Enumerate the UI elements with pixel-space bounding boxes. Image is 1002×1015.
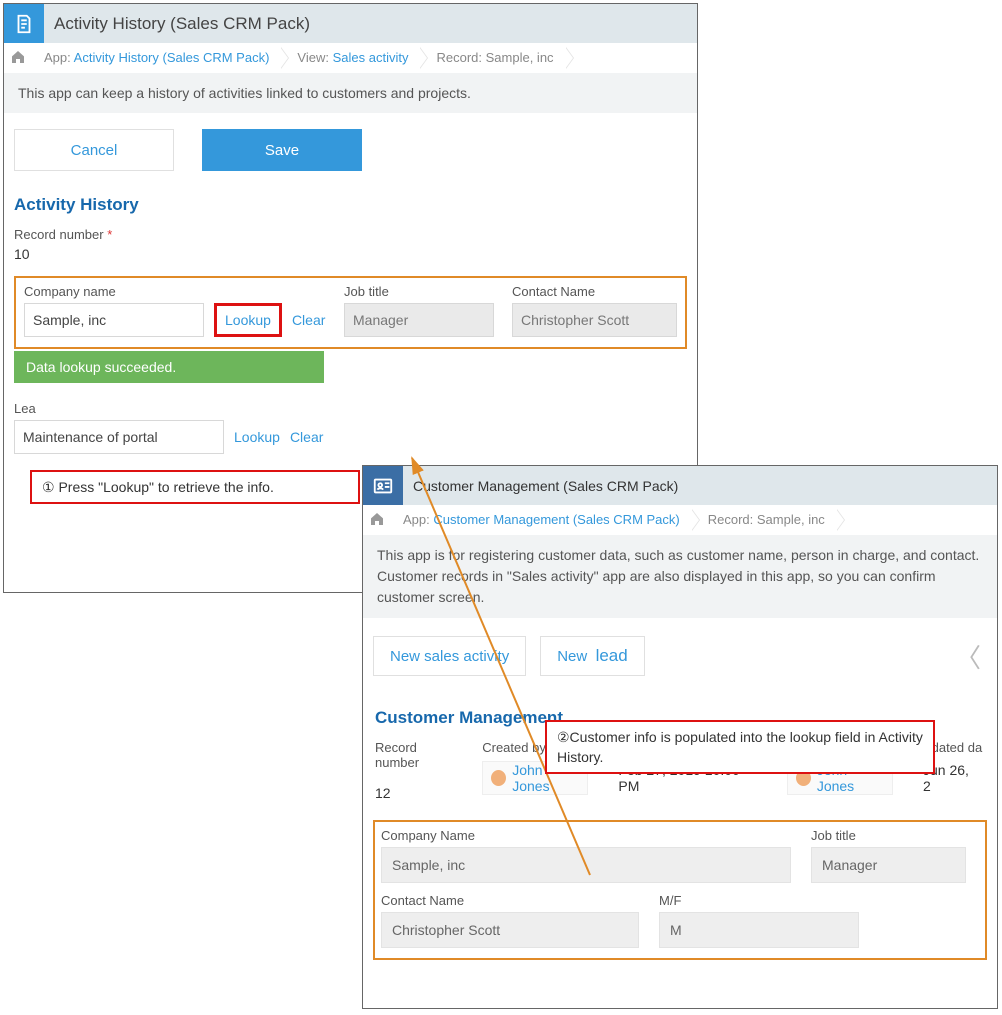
job-title-field <box>344 303 494 337</box>
annotation-step-1: ① Press "Lookup" to retrieve the info. <box>30 470 360 504</box>
annotation-step-2: ②Customer info is populated into the loo… <box>545 720 935 774</box>
lead-clear-link[interactable]: Clear <box>290 429 323 445</box>
contact-name-label: Contact Name <box>381 893 639 908</box>
breadcrumb-record: Record: Sample, inc <box>694 507 839 533</box>
job-title-label: Job title <box>344 284 494 299</box>
contact-card-icon <box>363 466 403 505</box>
company-name-label: Company name <box>24 284 326 299</box>
app-title: Activity History (Sales CRM Pack) <box>54 14 310 34</box>
record-number-label: Record number <box>375 740 460 770</box>
lead-input[interactable] <box>14 420 224 454</box>
record-number-label: Record number * <box>14 227 687 242</box>
app-description: This app is for registering customer dat… <box>363 535 997 618</box>
company-name-input[interactable] <box>24 303 204 337</box>
action-row: New sales activity New lead 〈 <box>363 618 997 690</box>
breadcrumb-app[interactable]: App: Activity History (Sales CRM Pack) <box>30 45 283 71</box>
job-title-label: Job title <box>811 828 966 843</box>
lookup-result-group: Company name Lookup Clear Job title Cont… <box>14 276 687 349</box>
avatar-icon <box>491 770 506 786</box>
lookup-success-banner: Data lookup succeeded. <box>14 351 324 383</box>
lead-label: Lea <box>14 401 687 416</box>
document-edit-icon <box>4 4 44 43</box>
breadcrumb-record: Record: Sample, inc <box>422 45 567 71</box>
contact-name-value: Christopher Scott <box>381 912 639 948</box>
breadcrumb: App: Activity History (Sales CRM Pack) V… <box>4 43 697 73</box>
app-title: Customer Management (Sales CRM Pack) <box>413 478 678 494</box>
cancel-button[interactable]: Cancel <box>14 129 174 171</box>
contact-name-label: Contact Name <box>512 284 677 299</box>
action-row: Cancel Save <box>4 113 697 177</box>
titlebar: Customer Management (Sales CRM Pack) <box>363 466 997 505</box>
mf-value: M <box>659 912 859 948</box>
chevron-left-icon[interactable]: 〈 <box>955 638 987 675</box>
job-title-value: Manager <box>811 847 966 883</box>
new-lead-button[interactable]: New lead <box>540 636 645 676</box>
clear-link[interactable]: Clear <box>292 312 325 328</box>
company-name-label: Company Name <box>381 828 791 843</box>
record-number-value: 12 <box>375 776 460 810</box>
customer-data-group: Company Name Sample, inc Job title Manag… <box>373 820 987 960</box>
lookup-button[interactable]: Lookup <box>214 303 282 337</box>
home-icon[interactable] <box>369 511 389 530</box>
app-description: This app can keep a history of activitie… <box>4 73 697 113</box>
section-heading: Activity History <box>4 177 697 219</box>
new-sales-activity-button[interactable]: New sales activity <box>373 636 526 676</box>
breadcrumb: App: Customer Management (Sales CRM Pack… <box>363 505 997 535</box>
mf-label: M/F <box>659 893 859 908</box>
record-number-value: 10 <box>14 246 687 262</box>
titlebar: Activity History (Sales CRM Pack) <box>4 4 697 43</box>
home-icon[interactable] <box>10 49 30 68</box>
lead-lookup-link[interactable]: Lookup <box>234 429 280 445</box>
save-button[interactable]: Save <box>202 129 362 171</box>
contact-name-field <box>512 303 677 337</box>
breadcrumb-view[interactable]: View: Sales activity <box>283 45 422 71</box>
breadcrumb-app[interactable]: App: Customer Management (Sales CRM Pack… <box>389 507 694 533</box>
company-name-value: Sample, inc <box>381 847 791 883</box>
